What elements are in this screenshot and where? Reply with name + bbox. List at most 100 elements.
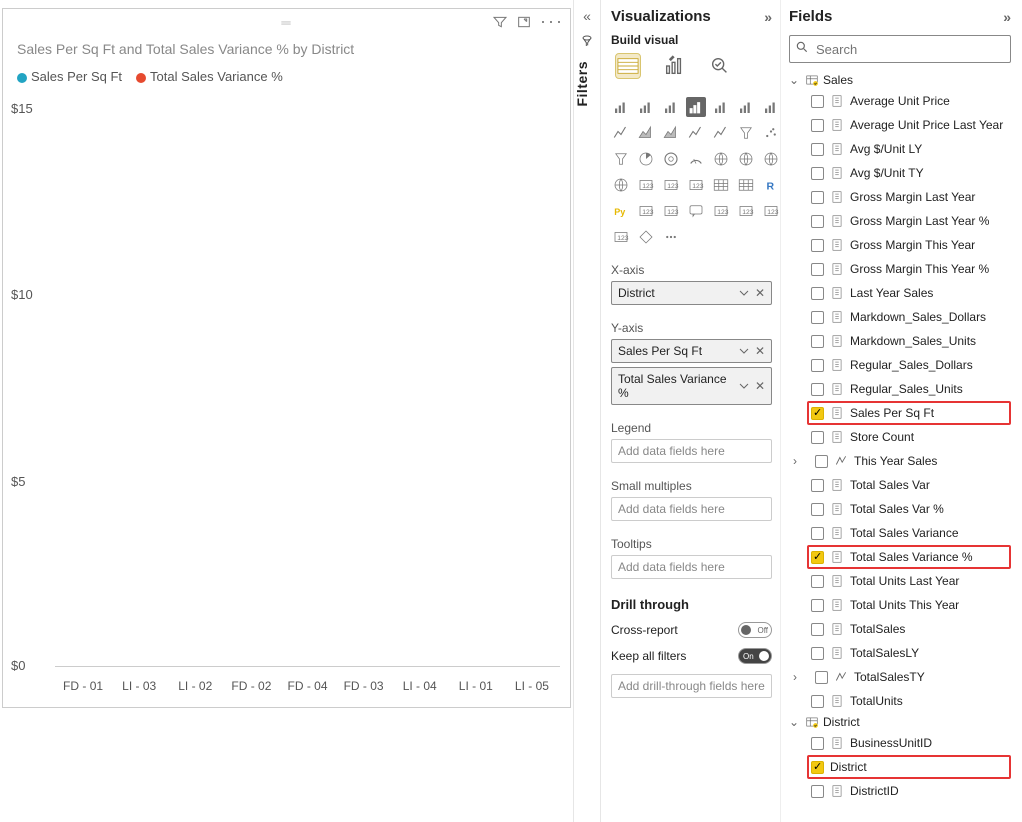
viz-type-line-stacked[interactable]: [711, 123, 731, 143]
viz-type-more[interactable]: [661, 227, 681, 247]
field-total-units-this-year[interactable]: Total Units This Year: [789, 593, 1011, 617]
checkbox[interactable]: [811, 647, 824, 660]
field-regular-sales-dollars[interactable]: Regular_Sales_Dollars: [789, 353, 1011, 377]
checkbox[interactable]: [815, 455, 828, 468]
legend-well[interactable]: Add data fields here: [611, 439, 772, 463]
fields-search-input[interactable]: [789, 35, 1011, 63]
viz-type-line[interactable]: [611, 123, 631, 143]
table-sales[interactable]: ⌄Sales: [789, 71, 1011, 89]
field-avg-unit-ty[interactable]: Avg $/Unit TY: [789, 161, 1011, 185]
checkbox[interactable]: [811, 95, 824, 108]
field-gross-margin-this-year[interactable]: Gross Margin This Year: [789, 233, 1011, 257]
checkbox[interactable]: [811, 239, 824, 252]
tooltips-well[interactable]: Add data fields here: [611, 555, 772, 579]
viz-type-clustered-bar-h[interactable]: [661, 97, 681, 117]
viz-type-stacked-bar-v[interactable]: [636, 97, 656, 117]
legend-item-1[interactable]: Sales Per Sq Ft: [31, 69, 122, 84]
checkbox[interactable]: [811, 191, 824, 204]
build-visual-tab[interactable]: [615, 53, 641, 79]
checkbox[interactable]: [811, 623, 824, 636]
viz-type-stacked-bar-h[interactable]: [611, 97, 631, 117]
checkbox[interactable]: [811, 551, 824, 564]
drag-handle-icon[interactable]: ═: [281, 15, 291, 30]
yaxis-well-sales-per-sqft[interactable]: Sales Per Sq Ft ✕: [611, 339, 772, 363]
filters-pane-collapsed[interactable]: « Filters: [573, 0, 601, 822]
field-this-year-sales[interactable]: ›This Year Sales: [789, 449, 1011, 473]
field-gross-margin-this-year-[interactable]: Gross Margin This Year %: [789, 257, 1011, 281]
field-total-sales-variance[interactable]: Total Sales Variance: [789, 521, 1011, 545]
checkbox[interactable]: [811, 335, 824, 348]
viz-type-multi-card[interactable]: 123: [661, 175, 681, 195]
field-sales-per-sq-ft[interactable]: Sales Per Sq Ft: [807, 401, 1011, 425]
collapse-viz-icon[interactable]: »: [764, 9, 772, 25]
remove-icon[interactable]: ✕: [755, 286, 765, 300]
checkbox[interactable]: [811, 263, 824, 276]
checkbox[interactable]: [811, 527, 824, 540]
viz-type-100-bar-v[interactable]: [736, 97, 756, 117]
viz-type-funnel[interactable]: [736, 123, 756, 143]
checkbox[interactable]: [811, 287, 824, 300]
checkbox[interactable]: [811, 599, 824, 612]
visual-card[interactable]: ═ ··· Sales Per Sq Ft and Total Sales Va…: [2, 8, 571, 708]
viz-type-narrative[interactable]: 123: [711, 201, 731, 221]
checkbox[interactable]: [811, 407, 824, 420]
viz-type-python[interactable]: Py: [611, 201, 631, 221]
remove-icon[interactable]: ✕: [755, 379, 765, 393]
viz-type-automate[interactable]: 123: [611, 227, 631, 247]
viz-type-key-influencers[interactable]: 123: [636, 201, 656, 221]
viz-type-treemap[interactable]: [711, 149, 731, 169]
remove-icon[interactable]: ✕: [755, 344, 765, 358]
viz-type-filled-map[interactable]: [611, 175, 631, 195]
viz-type-area[interactable]: [636, 123, 656, 143]
viz-type-r[interactable]: R: [761, 175, 781, 195]
viz-type-qna[interactable]: [686, 201, 706, 221]
analytics-tab[interactable]: [707, 53, 733, 79]
viz-type-line-clustered[interactable]: [686, 123, 706, 143]
legend-item-2[interactable]: Total Sales Variance %: [150, 69, 283, 84]
checkbox[interactable]: [811, 143, 824, 156]
format-visual-tab[interactable]: [661, 53, 687, 79]
checkbox[interactable]: [811, 383, 824, 396]
viz-type-ribbon[interactable]: [761, 97, 781, 117]
viz-type-matrix[interactable]: [711, 175, 731, 195]
field-gross-margin-last-year[interactable]: Gross Margin Last Year: [789, 185, 1011, 209]
checkbox[interactable]: [811, 119, 824, 132]
field-total-sales-variance-[interactable]: Total Sales Variance %: [807, 545, 1011, 569]
viz-type-decomp[interactable]: 123: [661, 201, 681, 221]
viz-type-paginated[interactable]: 123: [736, 201, 756, 221]
field-markdown-sales-units[interactable]: Markdown_Sales_Units: [789, 329, 1011, 353]
checkbox[interactable]: [811, 761, 824, 774]
checkbox[interactable]: [811, 167, 824, 180]
viz-type-powerapps[interactable]: 123: [761, 201, 781, 221]
drill-through-well[interactable]: Add drill-through fields here: [611, 674, 772, 698]
field-regular-sales-units[interactable]: Regular_Sales_Units: [789, 377, 1011, 401]
checkbox[interactable]: [811, 575, 824, 588]
viz-type-clustered-bar-v[interactable]: [686, 97, 706, 117]
field-districtid[interactable]: DistrictID: [789, 779, 1011, 803]
filter-icon[interactable]: [492, 14, 508, 30]
checkbox[interactable]: [811, 359, 824, 372]
field-totalsales[interactable]: TotalSales: [789, 617, 1011, 641]
xaxis-well-district[interactable]: District ✕: [611, 281, 772, 305]
field-average-unit-price[interactable]: Average Unit Price: [789, 89, 1011, 113]
checkbox[interactable]: [811, 215, 824, 228]
viz-type-stacked-area[interactable]: [661, 123, 681, 143]
collapse-fields-icon[interactable]: »: [1003, 9, 1011, 25]
viz-type-pie[interactable]: [636, 149, 656, 169]
viz-type-kpi[interactable]: 123: [686, 175, 706, 195]
field-avg-unit-ly[interactable]: Avg $/Unit LY: [789, 137, 1011, 161]
viz-type-diamond[interactable]: [636, 227, 656, 247]
field-businessunitid[interactable]: BusinessUnitID: [789, 731, 1011, 755]
viz-type-card[interactable]: 123: [636, 175, 656, 195]
checkbox[interactable]: [811, 785, 824, 798]
field-last-year-sales[interactable]: Last Year Sales: [789, 281, 1011, 305]
cross-report-toggle[interactable]: Off: [738, 622, 772, 638]
yaxis-well-total-sales-variance-pct[interactable]: Total Sales Variance % ✕: [611, 367, 772, 405]
keep-all-filters-toggle[interactable]: On: [738, 648, 772, 664]
field-markdown-sales-dollars[interactable]: Markdown_Sales_Dollars: [789, 305, 1011, 329]
viz-type-gauge[interactable]: [686, 149, 706, 169]
viz-type-shape-map[interactable]: [761, 149, 781, 169]
checkbox[interactable]: [811, 695, 824, 708]
checkbox[interactable]: [811, 503, 824, 516]
checkbox[interactable]: [811, 479, 824, 492]
